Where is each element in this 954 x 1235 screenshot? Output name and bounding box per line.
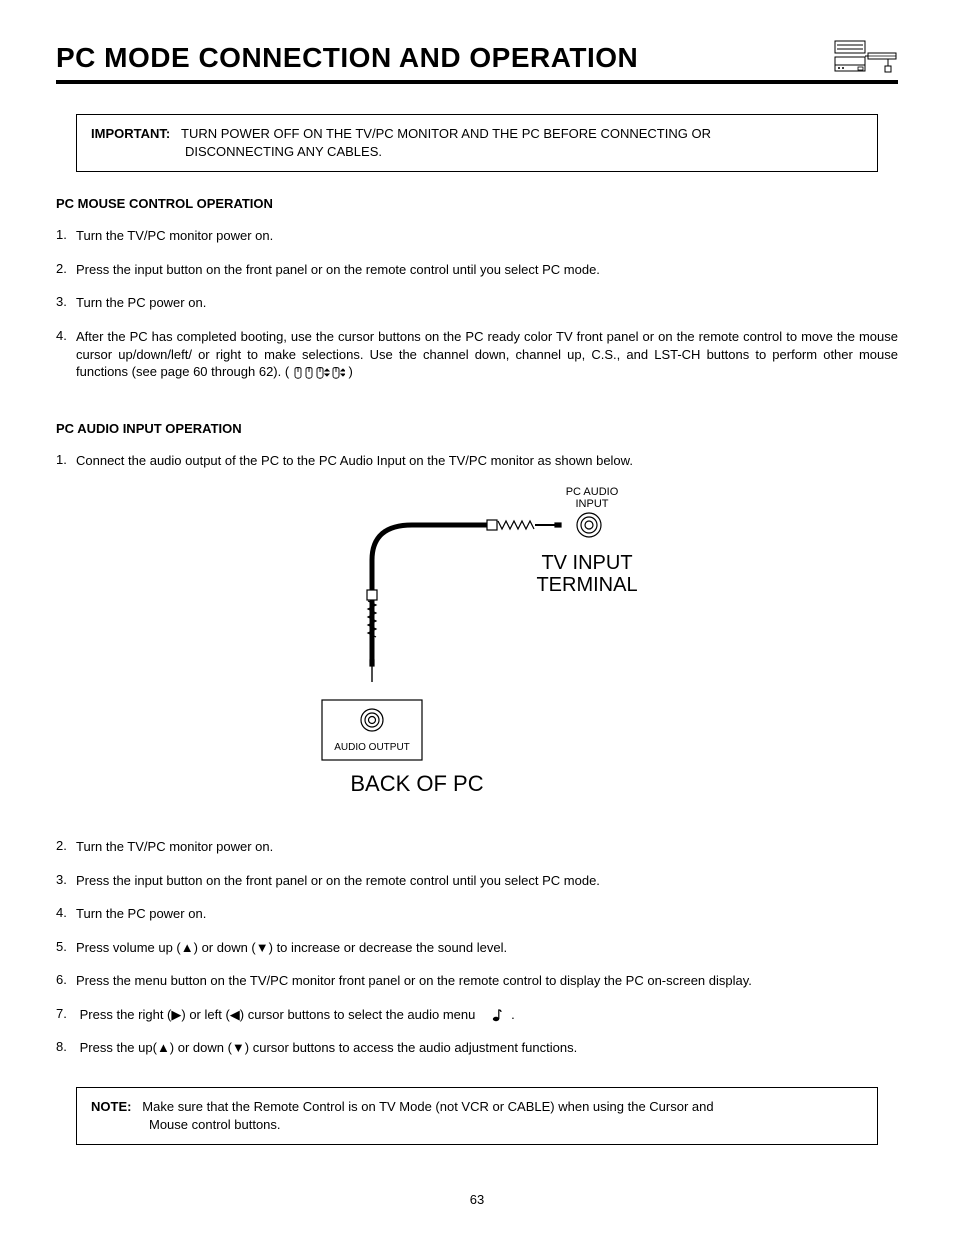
list-item: 1. Connect the audio output of the PC to…: [56, 452, 898, 470]
music-note-icon: [486, 1007, 507, 1022]
tv-device-icon: [834, 40, 898, 74]
step-text: Connect the audio output of the PC to th…: [76, 452, 898, 470]
step-text: Press the input button on the front pane…: [76, 872, 898, 890]
important-text-2: DISCONNECTING ANY CABLES.: [91, 143, 863, 161]
step-text: After the PC has completed booting, use …: [76, 328, 898, 381]
important-callout: IMPORTANT: TURN POWER OFF ON THE TV/PC M…: [76, 114, 878, 172]
step-text: Press the right (▶) or left (◀) cursor b…: [76, 1006, 898, 1024]
list-item: 2. Press the input button on the front p…: [56, 261, 898, 279]
list-item: 5. Press volume up (▲) or down (▼) to in…: [56, 939, 898, 957]
important-text-1: TURN POWER OFF ON THE TV/PC MONITOR AND …: [181, 126, 711, 141]
step-text: Turn the PC power on.: [76, 294, 898, 312]
list-item: 1. Turn the TV/PC monitor power on.: [56, 227, 898, 245]
section-heading-audio: PC AUDIO INPUT OPERATION: [56, 421, 898, 436]
note-callout: NOTE: Make sure that the Remote Control …: [76, 1087, 878, 1145]
list-item: 2. Turn the TV/PC monitor power on.: [56, 838, 898, 856]
diagram-label-audioout: AUDIO OUTPUT: [322, 742, 422, 753]
page-title: PC MODE CONNECTION AND OPERATION: [56, 42, 638, 74]
section2-step1: 1. Connect the audio output of the PC to…: [56, 452, 898, 470]
step-text: Turn the TV/PC monitor power on.: [76, 838, 898, 856]
page-number: 63: [0, 1192, 954, 1207]
list-item: 4. Turn the PC power on.: [56, 905, 898, 923]
connection-diagram: PC AUDIO INPUT TV INPUT TERMINAL AUDIO O…: [56, 490, 898, 810]
note-text-1: Make sure that the Remote Control is on …: [142, 1099, 713, 1114]
section1-steps: 1. Turn the TV/PC monitor power on. 2. P…: [56, 227, 898, 381]
section2-steps-after: 2. Turn the TV/PC monitor power on. 3. P…: [56, 838, 898, 1057]
step-text: Press volume up (▲) or down (▼) to incre…: [76, 939, 898, 957]
list-item: 6. Press the menu button on the TV/PC mo…: [56, 972, 898, 990]
diagram-label-tvinput: TV INPUT TERMINAL: [517, 552, 657, 596]
step-text: Press the input button on the front pane…: [76, 261, 898, 279]
diagram-label-pcaudio: PC AUDIO INPUT: [557, 486, 627, 510]
section-heading-mouse: PC MOUSE CONTROL OPERATION: [56, 196, 898, 211]
step-text: Turn the PC power on.: [76, 905, 898, 923]
note-label: NOTE:: [91, 1099, 131, 1114]
step-text: Press the up(▲) or down (▼) cursor butto…: [76, 1039, 898, 1057]
list-item: 4. After the PC has completed booting, u…: [56, 328, 898, 381]
mouse-icons: [293, 365, 349, 380]
list-item: 3. Turn the PC power on.: [56, 294, 898, 312]
step-text: Press the menu button on the TV/PC monit…: [76, 972, 898, 990]
list-item: 7. Press the right (▶) or left (◀) curso…: [56, 1006, 898, 1024]
step-text: Turn the TV/PC monitor power on.: [76, 227, 898, 245]
diagram-label-backofpc: BACK OF PC: [307, 772, 527, 796]
important-label: IMPORTANT:: [91, 126, 170, 141]
note-text-2: Mouse control buttons.: [91, 1116, 863, 1134]
page-header: PC MODE CONNECTION AND OPERATION: [56, 40, 898, 84]
list-item: 8. Press the up(▲) or down (▼) cursor bu…: [56, 1039, 898, 1057]
list-item: 3. Press the input button on the front p…: [56, 872, 898, 890]
